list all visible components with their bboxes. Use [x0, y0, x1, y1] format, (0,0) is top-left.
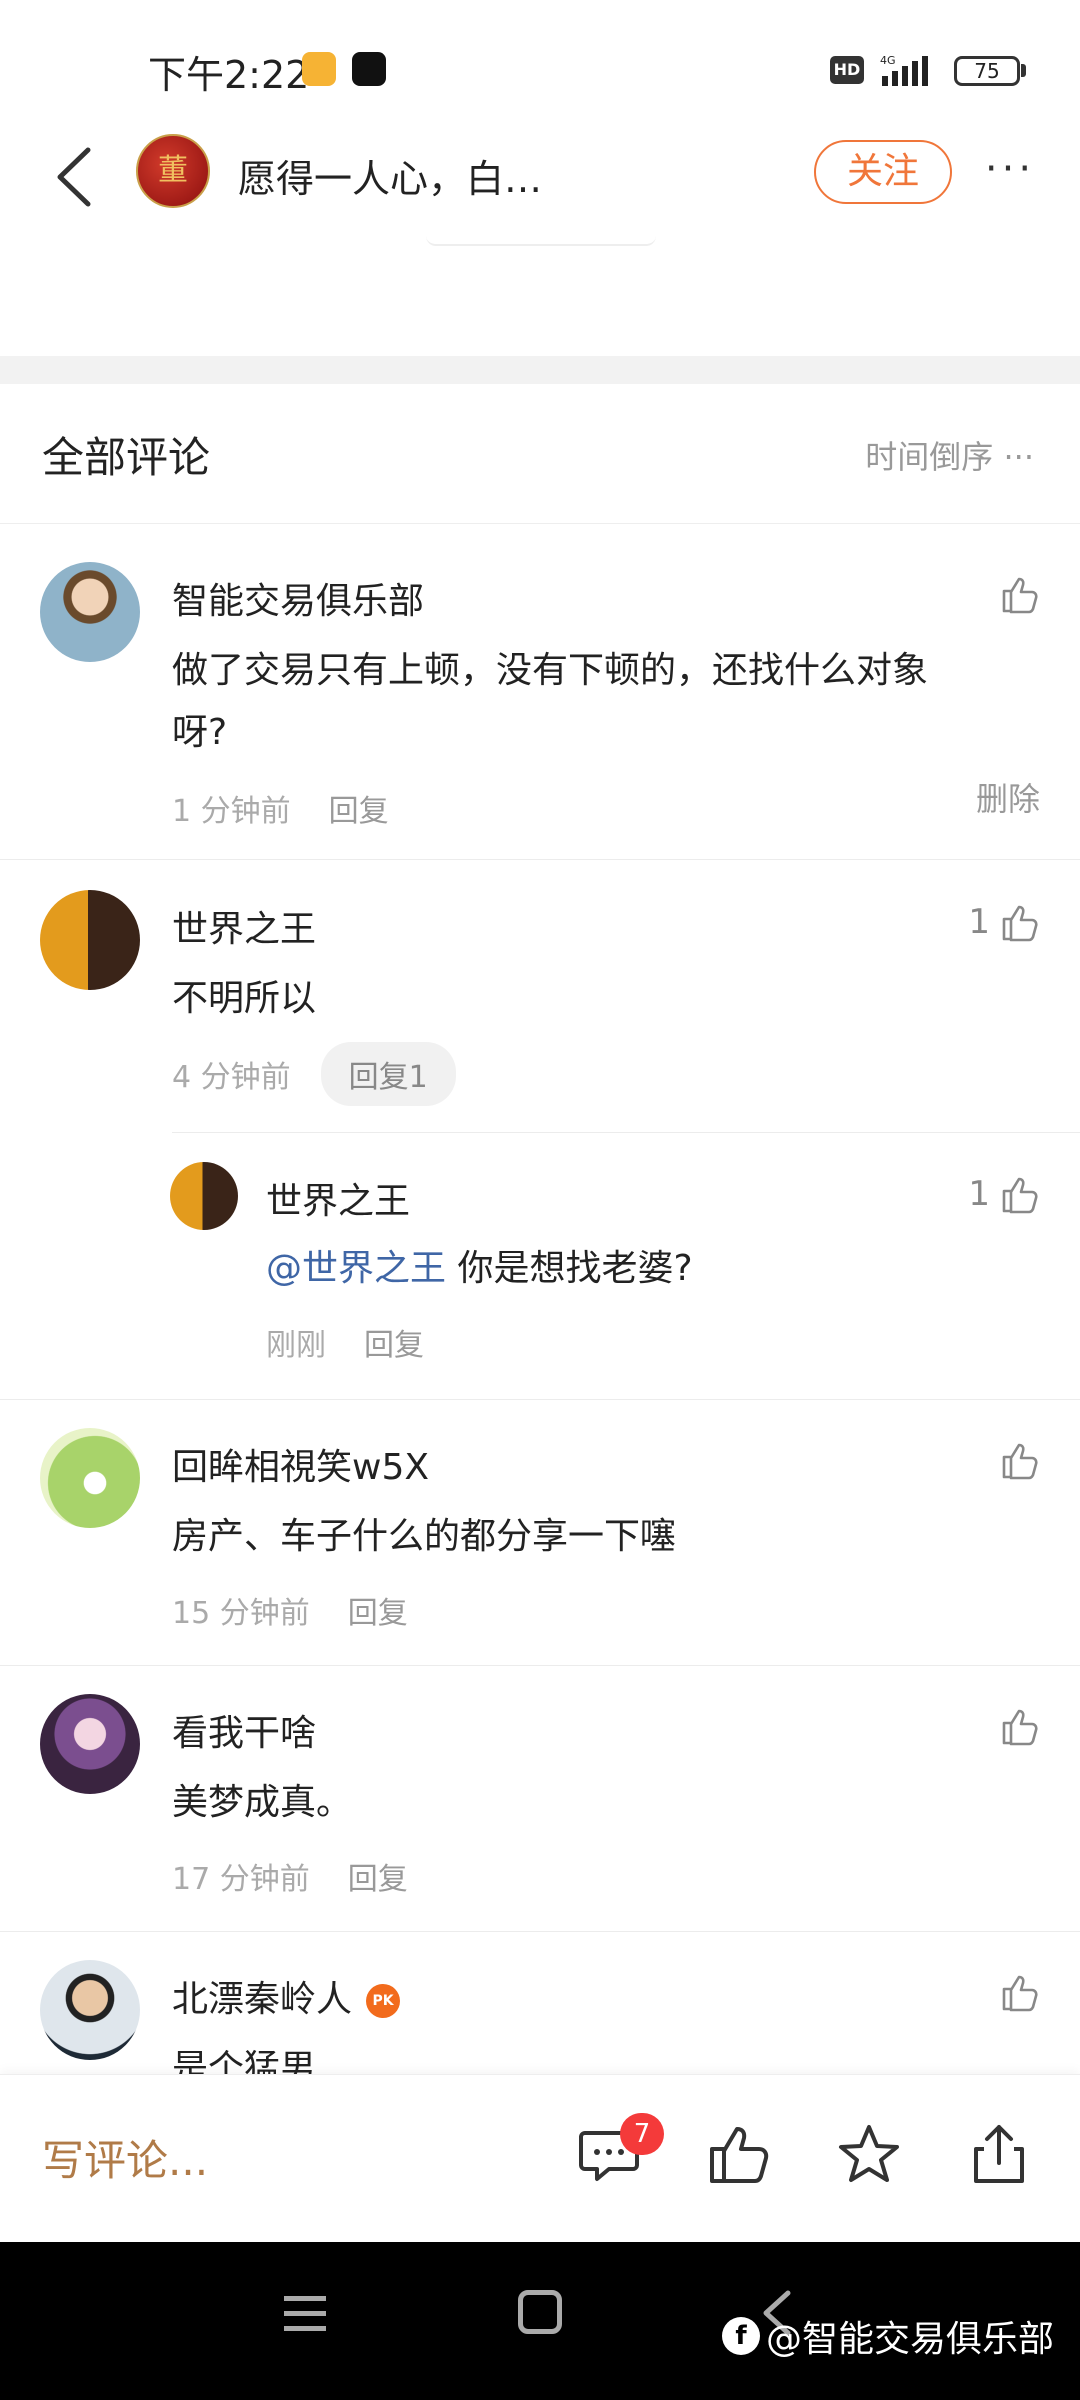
comment-count-badge: 7 [620, 2113, 664, 2155]
signal-icon: 4G [880, 54, 928, 86]
like-button[interactable] [990, 570, 1042, 618]
reply-meta: 刚刚 回复 [266, 1320, 424, 1364]
thumbs-up-icon [1002, 1177, 1038, 1214]
thumbs-up-icon [1002, 905, 1038, 942]
like-button[interactable]: 1 [968, 898, 1042, 946]
commenter-avatar[interactable] [40, 1428, 140, 1528]
reply-text: @世界之王 你是想找老婆? [266, 1238, 980, 1300]
commenter-avatar[interactable] [40, 1694, 140, 1794]
thumbs-up-icon [1002, 577, 1038, 614]
comments-title: 全部评论 [42, 433, 211, 482]
voice-notification-icon [352, 52, 386, 86]
comment-text: 是个猛男 [172, 2048, 317, 2074]
comment-item: 智能交易俱乐部 做了交易只有上顿，没有下顿的，还找什么对象呀? 1 分钟前 回复 … [0, 524, 1080, 860]
like-button[interactable] [990, 1436, 1042, 1484]
watermark: f @智能交易俱乐部 [722, 2310, 1054, 2362]
comment-meta: 4 分钟前 回复1 [172, 1042, 456, 1106]
watermark-text: @智能交易俱乐部 [766, 2319, 1055, 2360]
commenter-name[interactable]: 回眸相視笑w5X [172, 1438, 429, 1490]
system-nav-bar: f @智能交易俱乐部 [0, 2242, 1080, 2400]
back-arrow-icon[interactable] [48, 142, 108, 212]
comment-meta: 17 分钟前 回复 [172, 1854, 408, 1898]
content-edge [426, 236, 656, 246]
status-bar: 下午2:22 HD 4G 75 [0, 0, 1080, 130]
notes-notification-icon [302, 52, 336, 86]
battery-icon: 75 [954, 56, 1020, 86]
comment-text: 做了交易只有上顿，没有下顿的，还找什么对象呀? [172, 650, 929, 753]
home-icon[interactable] [518, 2290, 562, 2334]
avatar-text: 董 [158, 153, 188, 188]
hd-voice-icon: HD [830, 56, 864, 84]
thumbs-up-icon [1002, 1709, 1038, 1746]
comment-item: 回眸相視笑w5X 房产、车子什么的都分享一下噻 15 分钟前 回复 [0, 1400, 1080, 1666]
view-replies-button[interactable]: 回复1 [320, 1042, 456, 1106]
share-icon[interactable] [964, 2119, 1034, 2189]
more-options-icon[interactable]: ··· [980, 144, 1040, 204]
commenter-avatar[interactable] [40, 890, 140, 990]
like-count: 1 [968, 902, 990, 942]
post-title[interactable]: 愿得一人心，白… [238, 148, 542, 203]
comment-meta: 15 分钟前 回复 [172, 1588, 408, 1632]
commenter-name[interactable]: 北漂秦岭人 PK [172, 1970, 401, 2022]
divider [172, 1132, 1080, 1133]
reply-link[interactable]: 回复 [348, 1596, 408, 1631]
delete-link[interactable]: 删除 [976, 774, 1040, 820]
like-button[interactable] [990, 1702, 1042, 1750]
comment-item: 世界之王 1 不明所以 4 分钟前 回复1 世界之王 1 @世界之王 你是想找老婆… [0, 860, 1080, 1400]
comment-item: 看我干啥 美梦成真。 17 分钟前 回复 [0, 1666, 1080, 1932]
reply-avatar[interactable] [170, 1162, 238, 1230]
comment-time: 17 分钟前 [172, 1862, 310, 1897]
pk-badge-icon: PK [366, 1984, 401, 2018]
comment-text: 房产、车子什么的都分享一下噻 [172, 1516, 677, 1557]
top-nav-bar: 董 愿得一人心，白… 关注 ··· [0, 130, 1080, 230]
section-gap [0, 356, 1080, 384]
commenter-avatar[interactable] [40, 562, 140, 662]
follow-button[interactable]: 关注 [814, 140, 952, 204]
reply-link[interactable]: 回复 [364, 1328, 424, 1363]
network-type: 4G [880, 54, 896, 67]
like-button[interactable]: 1 [968, 1170, 1042, 1218]
commenter-name[interactable]: 看我干啥 [172, 1704, 316, 1756]
recent-apps-icon[interactable] [280, 2292, 330, 2336]
comment-text: 不明所以 [172, 978, 317, 1019]
comment-meta: 1 分钟前 回复 [172, 786, 389, 830]
commenter-name[interactable]: 智能交易俱乐部 [172, 572, 424, 624]
like-count: 1 [968, 1174, 990, 1214]
commenter-name[interactable]: 世界之王 [172, 900, 316, 952]
like-button[interactable] [990, 1968, 1042, 2016]
poster-avatar[interactable]: 董 [136, 134, 210, 208]
comment-time: 1 分钟前 [172, 794, 291, 829]
sort-toggle[interactable]: 时间倒序 ··· [865, 432, 1034, 478]
thumbs-up-icon [1002, 1975, 1038, 2012]
comment-time: 4 分钟前 [172, 1060, 291, 1095]
battery-tip [1021, 64, 1026, 77]
reply-time: 刚刚 [266, 1328, 326, 1363]
reply-link[interactable]: 回复 [348, 1862, 408, 1897]
commenter-avatar[interactable] [40, 1960, 140, 2060]
thumbs-up-icon[interactable] [704, 2119, 774, 2189]
thumbs-up-icon [1002, 1443, 1038, 1480]
comments-header: 全部评论 时间倒序 ··· [0, 384, 1080, 524]
status-time: 下午2:22 [148, 53, 310, 97]
mention-link[interactable]: @世界之王 [266, 1248, 446, 1289]
comment-text: 美梦成真。 [172, 1782, 353, 1823]
reply-author-name[interactable]: 世界之王 [266, 1172, 410, 1224]
commenter-name-text: 北漂秦岭人 [172, 1979, 353, 2020]
reply-link[interactable]: 回复 [329, 794, 389, 829]
bottom-action-bar: 写评论... 7 [0, 2074, 1080, 2242]
facebook-icon: f [722, 2317, 760, 2355]
comment-item: 北漂秦岭人 PK 是个猛男 [0, 1932, 1080, 2074]
favorite-star-icon[interactable] [834, 2119, 904, 2189]
comment-time: 15 分钟前 [172, 1596, 310, 1631]
reply-body: 你是想找老婆? [446, 1248, 693, 1289]
write-comment-input[interactable]: 写评论... [42, 2127, 208, 2188]
